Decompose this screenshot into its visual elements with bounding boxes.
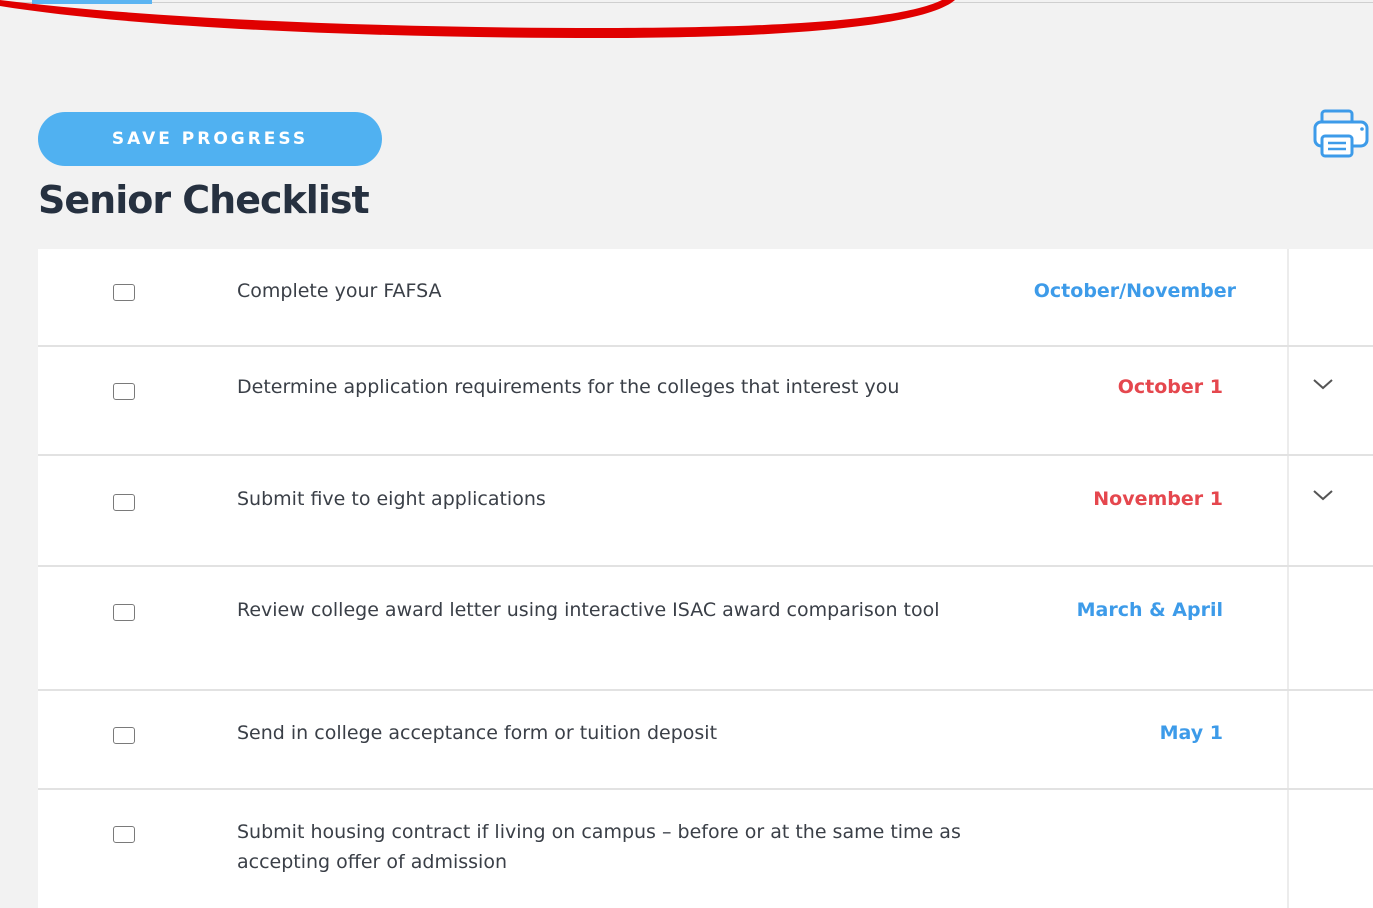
page-title: Senior Checklist bbox=[38, 178, 370, 222]
due-date: November 1 bbox=[1093, 488, 1223, 510]
active-tab-indicator[interactable] bbox=[32, 0, 152, 4]
task-label: Submit five to eight applications bbox=[237, 488, 546, 510]
checklist-row: Send in college acceptance form or tuiti… bbox=[38, 691, 1373, 790]
task-checkbox[interactable] bbox=[113, 604, 135, 621]
task-label: Complete your FAFSA bbox=[237, 280, 442, 302]
task-label: Review college award letter using intera… bbox=[237, 599, 940, 621]
row-divider bbox=[1287, 249, 1289, 345]
task-label: Determine application requirements for t… bbox=[237, 376, 900, 398]
row-divider bbox=[1287, 347, 1289, 454]
save-progress-button[interactable]: SAVE PROGRESS bbox=[38, 112, 382, 166]
senior-checklist: Complete your FAFSA October/November Det… bbox=[38, 249, 1373, 908]
task-checkbox[interactable] bbox=[113, 284, 135, 301]
checklist-row: Submit five to eight applications Novemb… bbox=[38, 456, 1373, 567]
due-date: March & April bbox=[1076, 599, 1223, 621]
row-divider bbox=[1287, 691, 1289, 788]
chevron-down-icon[interactable] bbox=[1310, 486, 1336, 504]
printer-icon[interactable] bbox=[1312, 108, 1370, 160]
task-checkbox[interactable] bbox=[113, 826, 135, 843]
due-date: October/November bbox=[1033, 280, 1236, 302]
due-date: May 1 bbox=[1159, 722, 1223, 744]
red-annotation-mark bbox=[0, 0, 955, 38]
row-divider bbox=[1287, 456, 1289, 565]
due-date: October 1 bbox=[1117, 376, 1223, 398]
row-divider bbox=[1287, 567, 1289, 689]
task-checkbox[interactable] bbox=[113, 383, 135, 400]
task-label: Send in college acceptance form or tuiti… bbox=[237, 722, 718, 744]
top-divider bbox=[0, 2, 1373, 3]
task-checkbox[interactable] bbox=[113, 727, 135, 744]
page: SAVE PROGRESS Senior Checklist Complete … bbox=[0, 0, 1373, 908]
checklist-row: Complete your FAFSA October/November bbox=[38, 249, 1373, 347]
task-checkbox[interactable] bbox=[113, 494, 135, 511]
row-divider bbox=[1287, 790, 1289, 908]
chevron-down-icon[interactable] bbox=[1310, 375, 1336, 393]
task-label: Submit housing contract if living on cam… bbox=[237, 821, 961, 873]
checklist-row: Submit housing contract if living on cam… bbox=[38, 790, 1373, 908]
checklist-row: Review college award letter using intera… bbox=[38, 567, 1373, 691]
checklist-row: Determine application requirements for t… bbox=[38, 347, 1373, 456]
